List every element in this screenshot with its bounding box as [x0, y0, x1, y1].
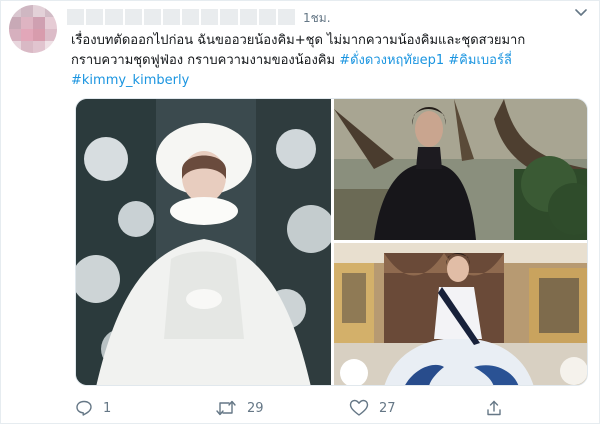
- photo-white-winter-outfit[interactable]: [76, 99, 331, 385]
- tweet-actions: 1 29 27: [75, 397, 505, 419]
- hashtag-link[interactable]: #ดั่งดวงหฤทัยep1: [339, 53, 444, 68]
- reply-button[interactable]: 1: [75, 397, 111, 419]
- photo-black-lace-dress[interactable]: [334, 99, 587, 240]
- reply-count: 1: [103, 400, 112, 416]
- hashtag-link[interactable]: #kimmy_kimberly: [71, 73, 189, 88]
- photo-blue-white-gown[interactable]: [334, 243, 587, 385]
- reply-icon: [76, 400, 92, 416]
- heart-icon: [349, 399, 369, 416]
- tweet-text: เรื่องบทตัดออกไปก่อน ฉันขออวยน้องคิม+ชุด…: [71, 31, 591, 91]
- photo-image: [334, 243, 587, 385]
- media-grid: [75, 98, 588, 386]
- share-icon: [487, 400, 501, 416]
- hashtag-link[interactable]: #คิมเบอร์ลี่: [448, 53, 512, 68]
- tweet-text-line: กราบความชุดฟูฟ่อง กราบความงามของน้องคิม …: [71, 51, 591, 71]
- tweet-card[interactable]: 1ชม. เรื่องบทตัดออกไปก่อน ฉันขออวยน้องคิ…: [0, 0, 600, 424]
- share-button[interactable]: [485, 397, 503, 419]
- tweet-text-fragment: กราบความชุดฟูฟ่อง กราบความงามของน้องคิม: [71, 53, 336, 68]
- tweet-text-line: #kimmy_kimberly: [71, 71, 591, 91]
- tweet-menu-button[interactable]: [573, 5, 589, 21]
- retweet-count: 29: [247, 400, 264, 416]
- retweet-icon: [216, 400, 236, 416]
- avatar[interactable]: [9, 5, 57, 53]
- like-button[interactable]: 27: [349, 397, 396, 419]
- photo-image: [334, 99, 587, 240]
- photo-image: [76, 99, 331, 385]
- retweet-button[interactable]: 29: [215, 397, 264, 419]
- tweet-timestamp[interactable]: 1ชม.: [303, 9, 331, 28]
- chevron-down-icon: [575, 9, 587, 16]
- like-count: 27: [379, 400, 396, 416]
- tweet-text-line: เรื่องบทตัดออกไปก่อน ฉันขออวยน้องคิม+ชุด…: [71, 33, 526, 48]
- author-name-redacted: [67, 9, 296, 25]
